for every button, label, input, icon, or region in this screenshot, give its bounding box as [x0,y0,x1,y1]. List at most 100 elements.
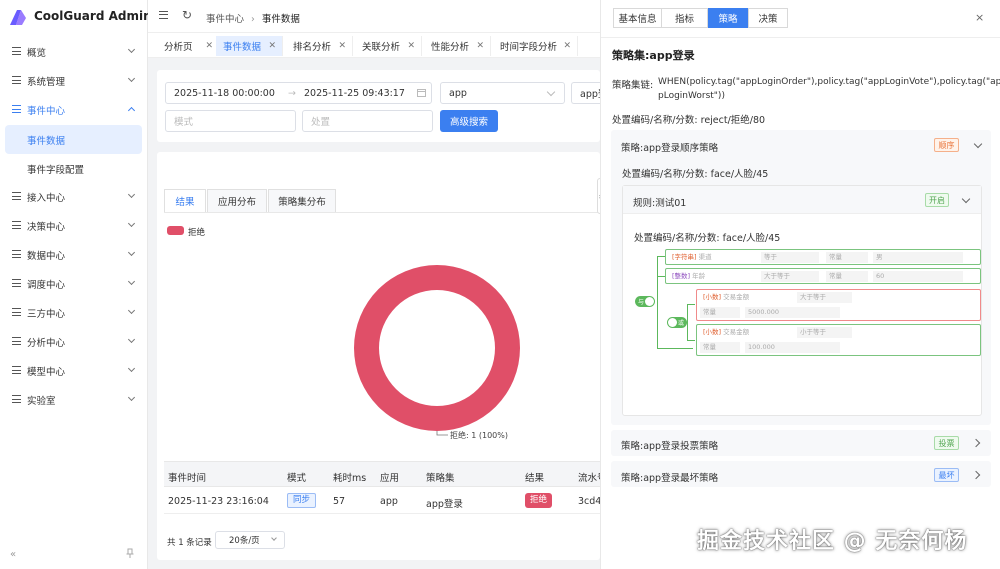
rule-title[interactable]: 规则:测试01 [633,195,686,209]
tab-performance-analysis[interactable]: 性能分析 ✕ [424,36,491,56]
close-icon[interactable]: ✕ [338,41,346,51]
and-toggle[interactable]: 与 [635,296,655,307]
operator-select[interactable]: 等于 [761,252,819,263]
tab-metrics[interactable]: 指标 [661,8,708,28]
page-size-select[interactable]: 20条/页 [215,531,285,549]
operator-select[interactable]: 小于等于 [797,327,852,338]
sidebar-item-system[interactable]: 系统管理 [0,66,148,95]
tab-decision[interactable]: 决策 [748,8,788,28]
close-icon[interactable]: ✕ [268,41,276,51]
sidebar-subitem-event-data[interactable]: 事件数据 [5,125,142,154]
field-select[interactable]: 渠道 [699,253,712,261]
condition-row[interactable]: [小数] 交易金额 小于等于 常量 100.000 [696,324,981,356]
close-icon[interactable]: ✕ [563,41,571,51]
sidebar-item-label: 决策中心 [27,221,66,233]
start-date-input[interactable]: 2025-11-18 00:00:00 [174,88,275,99]
legend-label[interactable]: 拒绝 [188,226,205,238]
type-tag: [整数] [672,272,691,280]
or-toggle[interactable]: 或 [667,317,687,328]
close-icon[interactable]: ✕ [407,41,415,51]
sidebar-item-data[interactable]: 数据中心 [0,240,148,269]
operator-select[interactable]: 大于等于 [761,271,819,282]
tab-label: 决策 [758,14,778,25]
tab-time-field-analysis[interactable]: 时间字段分析 ✕ [493,36,578,56]
advanced-search-button[interactable]: 高级搜索 [440,110,498,132]
value-type-select[interactable]: 常量 [700,307,740,318]
field-select[interactable]: 年龄 [692,272,705,280]
sidebar-item-lab[interactable]: 实验室 [0,385,148,414]
sidebar-item-third-party[interactable]: 三方中心 [0,298,148,327]
close-icon[interactable]: ✕ [476,41,484,51]
policy-title[interactable]: 策略:app登录最坏策略 [621,470,718,484]
condition-row[interactable]: [整数] 年龄 大于等于 常量 60 [665,268,981,284]
chevron-down-icon [127,364,136,373]
tab-label: 事件数据 [223,42,262,53]
close-icon[interactable]: ✕ [205,41,213,51]
menu-icon [12,308,21,316]
pie-chart [354,265,520,436]
tree-line [657,348,693,349]
tab-result[interactable]: 结果 [164,189,206,212]
value-type-select[interactable]: 常量 [826,271,868,282]
tab-policy-set-distribution[interactable]: 策略集分布 [268,189,336,212]
sidebar-item-label: 实验室 [27,395,56,407]
sidebar-subitem-event-field-config[interactable]: 事件字段配置 [0,154,148,183]
date-range-picker[interactable]: 2025-11-18 00:00:00 → 2025-11-25 09:43:1… [165,82,432,104]
sidebar-item-schedule[interactable]: 调度中心 [0,269,148,298]
column-header: 结果 [525,473,545,484]
mode-input[interactable]: 模式 [165,110,296,132]
condition-row-invalid[interactable]: [小数] 交易金额 大于等于 常量 5000.000 [696,289,981,321]
tab-label: 策略 [718,14,738,25]
operator-select[interactable]: 大于等于 [797,292,852,303]
sidebar-item-label: 事件数据 [27,136,66,147]
value-input[interactable]: 60 [873,271,963,282]
tab-analysis-page[interactable]: 分析页 ✕ [157,36,220,56]
value-input[interactable]: 100.000 [745,342,840,353]
value-type-select[interactable]: 常量 [700,342,740,353]
legend-swatch[interactable] [167,226,184,235]
collapse-sidebar-icon[interactable]: « [10,549,16,560]
tree-line [657,302,658,348]
column-header: 策略集 [426,473,455,484]
tree-line [657,256,658,302]
tab-label: 时间字段分析 [500,42,558,53]
pin-icon[interactable] [125,548,135,559]
sidebar-item-label: 数据中心 [27,250,66,262]
breadcrumb-item[interactable]: 事件中心 [206,14,244,25]
policy-title[interactable]: 策略:app登录投票策略 [621,438,718,452]
field-select[interactable]: 交易金额 [723,293,749,301]
sidebar-item-access[interactable]: 接入中心 [0,182,148,211]
chevron-down-icon [127,74,136,83]
tab-label: 应用分布 [217,197,256,208]
tab-policy[interactable]: 策略 [708,8,748,28]
app-select[interactable]: app [440,82,565,104]
sidebar-item-model[interactable]: 模型中心 [0,356,148,385]
calendar-icon [417,89,426,97]
value-input[interactable]: 5000.000 [745,307,840,318]
and-label: 与 [638,299,645,306]
sidebar-item-event-center[interactable]: 事件中心 [0,95,148,124]
app-login-select[interactable]: app登 [571,82,600,104]
condition-row[interactable]: [字符串] 渠道 等于 常量 男 [665,249,981,265]
tab-rank-analysis[interactable]: 排名分析 ✕ [286,36,353,56]
pie-slice-拒绝[interactable] [354,265,520,431]
sidebar-item-overview[interactable]: 概览 [0,37,148,66]
refresh-icon[interactable]: ↻ [182,8,192,22]
tab-basic-info[interactable]: 基本信息 [613,8,662,28]
menu-toggle-icon[interactable] [159,11,168,19]
close-icon[interactable]: × [975,11,984,24]
value-input[interactable]: 男 [873,252,963,263]
sidebar-item-decision[interactable]: 决策中心 [0,211,148,240]
type-tag: [小数] [703,293,722,301]
sidebar-item-label: 概览 [27,47,47,59]
sidebar-item-analysis[interactable]: 分析中心 [0,327,148,356]
tab-event-data[interactable]: 事件数据 ✕ [216,36,283,56]
policy-title[interactable]: 策略:app登录顺序策略 [621,140,718,154]
tab-relation-analysis[interactable]: 关联分析 ✕ [355,36,422,56]
end-date-input[interactable]: 2025-11-25 09:43:17 [304,88,405,99]
value-type-select[interactable]: 常量 [826,252,868,263]
tab-app-distribution[interactable]: 应用分布 [207,189,267,212]
handle-input[interactable]: 处置 [302,110,433,132]
field-select[interactable]: 交易金额 [723,328,749,336]
tab-label: 性能分析 [431,42,470,53]
